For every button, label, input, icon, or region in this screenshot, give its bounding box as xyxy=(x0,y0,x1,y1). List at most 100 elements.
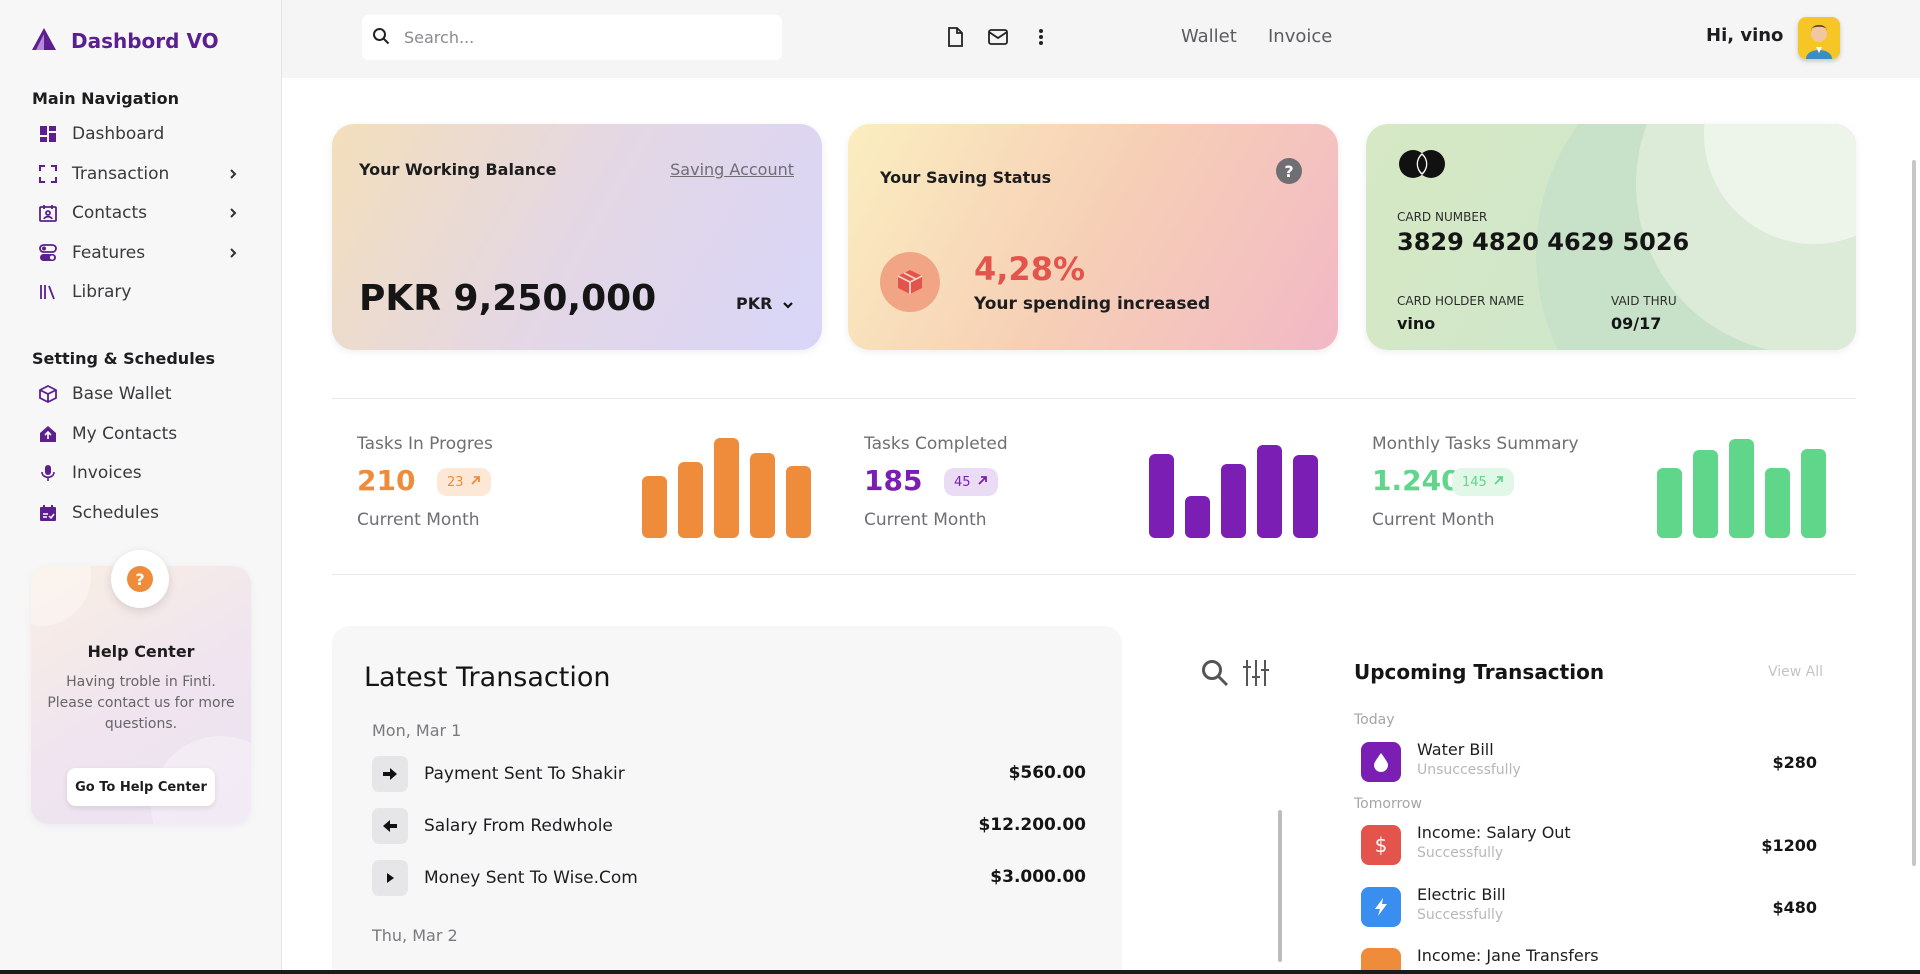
contacts-icon xyxy=(38,203,58,223)
features-icon xyxy=(38,243,58,263)
chevron-down-icon xyxy=(782,294,794,313)
cube-icon xyxy=(38,384,58,404)
saving-subtitle: Your spending increased xyxy=(974,294,1211,314)
stat-badge-value: 23 xyxy=(447,474,464,490)
upcoming-name: Water Bill xyxy=(1417,740,1494,759)
dollar-icon: $ xyxy=(1361,825,1401,865)
bar-chart-svg xyxy=(1149,445,1318,538)
bar-chart-svg xyxy=(642,438,811,538)
water-drop-icon xyxy=(1361,742,1401,782)
upcoming-row[interactable]: Income: Jane Transfers xyxy=(1361,946,1817,970)
card-number-label: CARD NUMBER xyxy=(1397,210,1488,224)
latest-transaction-scrollbar[interactable] xyxy=(1278,810,1282,962)
sidebar-item-label: Library xyxy=(72,282,132,302)
stat-label: Tasks In Progres xyxy=(357,434,493,454)
arrow-up-right-icon xyxy=(1493,475,1504,490)
go-to-help-center-button[interactable]: Go To Help Center xyxy=(67,768,215,806)
divider xyxy=(332,398,1856,399)
sidebar-item-invoices[interactable]: Invoices xyxy=(38,456,246,490)
sidebar-item-library[interactable]: Library xyxy=(38,275,246,309)
brand-name: Dashbord VO xyxy=(71,29,219,53)
arrow-left-icon xyxy=(372,808,408,844)
upcoming-name: Income: Salary Out xyxy=(1417,823,1571,842)
mail-icon[interactable] xyxy=(987,26,1009,48)
arrow-up-right-icon xyxy=(977,475,988,490)
upcoming-name: Income: Jane Transfers xyxy=(1417,946,1599,965)
sidebar-item-contacts[interactable]: Contacts xyxy=(38,196,246,230)
sidebar-item-features[interactable]: Features xyxy=(38,236,246,270)
stat-badge: 145 xyxy=(1452,468,1514,496)
stat-tasks-completed: Tasks Completed 185 45 Current Month xyxy=(864,434,1344,544)
upcoming-row[interactable]: Water Bill Unsuccessfully $280 xyxy=(1361,740,1817,784)
bar-chart-svg xyxy=(1657,439,1826,538)
saving-status-title: Your Saving Status xyxy=(880,168,1052,187)
upcoming-status: Successfully xyxy=(1417,907,1504,923)
filter-sliders-icon[interactable] xyxy=(1242,658,1270,692)
view-all-link[interactable]: View All xyxy=(1768,664,1823,680)
currency-label: PKR xyxy=(736,294,773,313)
search-input[interactable] xyxy=(404,28,764,47)
saving-account-link[interactable]: Saving Account xyxy=(670,160,794,179)
document-icon[interactable] xyxy=(944,26,966,48)
play-icon xyxy=(372,860,408,896)
question-icon: ? xyxy=(127,566,153,592)
sidebar-item-dashboard[interactable]: Dashboard xyxy=(38,117,246,151)
more-vertical-icon[interactable] xyxy=(1030,26,1052,48)
page-scrollbar[interactable] xyxy=(1912,160,1916,866)
sidebar-item-label: Features xyxy=(72,243,146,263)
sidebar-item-my-contacts[interactable]: My Contacts xyxy=(38,417,246,451)
credit-card: CARD NUMBER 3829 4820 4629 5026 CARD HOL… xyxy=(1366,124,1856,350)
upcoming-status: Successfully xyxy=(1417,845,1504,861)
upcoming-amount: $480 xyxy=(1772,898,1817,917)
search-icon[interactable] xyxy=(1200,658,1230,692)
stat-bar-chart xyxy=(1149,434,1319,538)
bar-4 xyxy=(1801,449,1826,538)
bar-2 xyxy=(1729,439,1754,538)
help-badge: ? xyxy=(111,550,169,608)
upcoming-day-label: Today xyxy=(1354,712,1395,728)
stat-monthly-tasks: Monthly Tasks Summary 1.240 145 Current … xyxy=(1372,434,1852,544)
dashboard-icon xyxy=(38,124,58,144)
stat-label: Tasks Completed xyxy=(864,434,1008,454)
top-link-wallet[interactable]: Wallet xyxy=(1181,26,1237,47)
transaction-date: Thu, Mar 2 xyxy=(372,926,458,945)
currency-select[interactable]: PKR xyxy=(736,294,794,313)
brand-logo-icon xyxy=(31,27,57,55)
upcoming-row[interactable]: $ Income: Salary Out Successfully $1200 xyxy=(1361,823,1817,867)
working-balance-card: Your Working Balance Saving Account PKR … xyxy=(332,124,822,350)
chevron-right-icon xyxy=(228,245,238,265)
sidebar-item-schedules[interactable]: Schedules xyxy=(38,496,246,530)
transaction-row[interactable]: Payment Sent To Shakir $560.00 xyxy=(372,754,1086,794)
microphone-icon xyxy=(38,463,58,483)
top-bar: Wallet Invoice Hi, vino xyxy=(282,0,1920,78)
transaction-name: Payment Sent To Shakir xyxy=(424,764,625,784)
balance-amount: PKR 9,250,000 xyxy=(359,278,657,319)
top-link-invoice[interactable]: Invoice xyxy=(1268,26,1332,47)
calendar-icon xyxy=(38,503,58,523)
bar-2 xyxy=(1221,464,1246,538)
sidebar-item-transaction[interactable]: Transaction xyxy=(38,157,246,191)
stat-bar-chart xyxy=(642,434,812,538)
transaction-name: Money Sent To Wise.Com xyxy=(424,868,638,888)
main-navigation-heading: Main Navigation xyxy=(32,89,180,108)
bar-1 xyxy=(678,462,703,538)
card-valid-thru: 09/17 xyxy=(1611,314,1662,333)
stat-sub: Current Month xyxy=(357,510,480,530)
arrow-up-right-icon xyxy=(470,475,481,490)
brand[interactable]: Dashbord VO xyxy=(31,27,219,55)
transaction-amount: $3.000.00 xyxy=(990,867,1086,887)
sidebar-item-base-wallet[interactable]: Base Wallet xyxy=(38,377,246,411)
transaction-row[interactable]: Salary From Redwhole $12.200.00 xyxy=(372,806,1086,846)
upcoming-day-label: Tomorrow xyxy=(1354,796,1422,812)
saving-status-card: Your Saving Status ? 4,28% Your spending… xyxy=(848,124,1338,350)
latest-transaction-panel: Latest Transaction Mon, Mar 1 Payment Se… xyxy=(332,626,1122,974)
question-icon[interactable]: ? xyxy=(1276,158,1302,184)
bar-3 xyxy=(750,453,775,538)
avatar[interactable] xyxy=(1798,17,1840,59)
card-holder-label: CARD HOLDER NAME xyxy=(1397,294,1525,308)
search-box[interactable] xyxy=(362,15,782,60)
upcoming-row[interactable]: Electric Bill Successfully $480 xyxy=(1361,885,1817,929)
help-center-title: Help Center xyxy=(87,642,195,661)
transaction-row[interactable]: Money Sent To Wise.Com $3.000.00 xyxy=(372,858,1086,898)
search-icon xyxy=(372,27,390,49)
